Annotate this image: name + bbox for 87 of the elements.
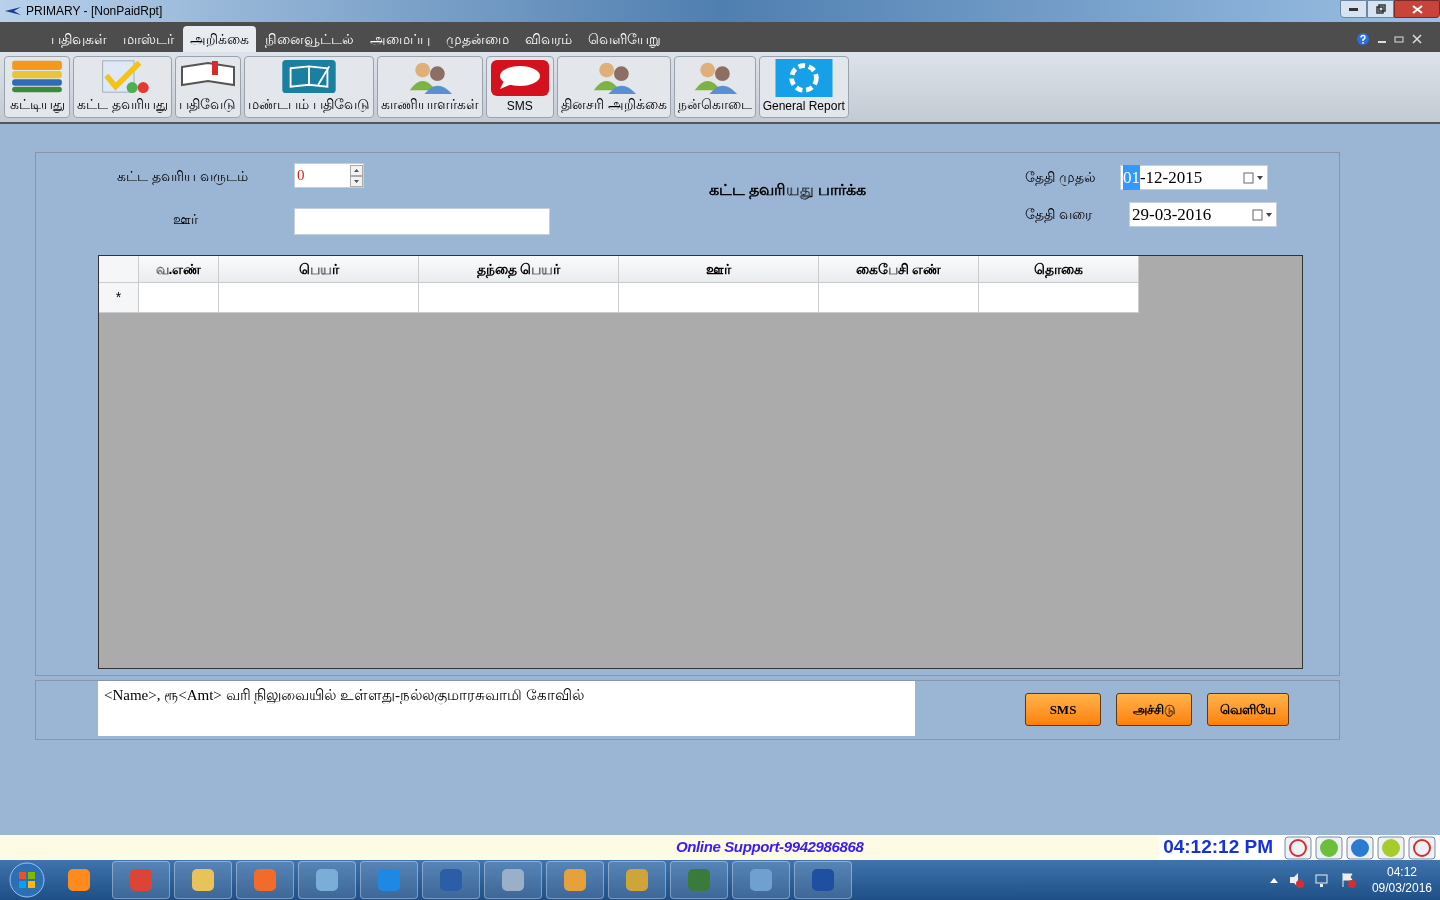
start-orb-icon[interactable] bbox=[8, 861, 46, 899]
show-hidden-icons-icon[interactable] bbox=[1269, 877, 1278, 883]
table-cell[interactable] bbox=[419, 283, 619, 313]
toolbar-button[interactable]: நன்கொடை bbox=[673, 56, 756, 118]
header-corner bbox=[99, 256, 139, 283]
taskbar-app-button[interactable] bbox=[174, 861, 232, 899]
taskbar-app-button[interactable] bbox=[546, 861, 604, 899]
taskbar-app-button[interactable] bbox=[670, 861, 728, 899]
column-header[interactable]: ஊர் bbox=[619, 256, 819, 283]
support-text: Online Support-9942986868 bbox=[676, 837, 864, 858]
column-header[interactable]: பெயர் bbox=[219, 256, 419, 283]
message-text: <Name>, ரூ<Amt> வரி நிலுவையில் உள்ளது-நல்லகுமாரசுவாமி கோவில் bbox=[104, 687, 584, 703]
sms-icon bbox=[489, 59, 550, 97]
table-cell[interactable] bbox=[619, 283, 819, 313]
date-text: 29-03-2016 bbox=[1132, 203, 1212, 226]
menu-item[interactable]: பதிவுகள் bbox=[44, 26, 114, 52]
close-icon[interactable] bbox=[1412, 34, 1422, 44]
action-button[interactable]: அச்சிடு bbox=[1116, 693, 1192, 726]
column-header[interactable]: கைபேசி எண் bbox=[819, 256, 979, 283]
phone-icon[interactable] bbox=[1284, 835, 1312, 860]
menu-item[interactable]: விவரம் bbox=[518, 26, 579, 52]
action-button[interactable]: வெளியே bbox=[1207, 693, 1289, 726]
taskbar-app-button[interactable] bbox=[360, 861, 418, 899]
network-icon[interactable] bbox=[1313, 872, 1330, 888]
restore-icon bbox=[1375, 4, 1386, 14]
menu-item[interactable]: வெளியேறு bbox=[581, 26, 668, 52]
power-icon[interactable] bbox=[1408, 835, 1436, 860]
tray-time: 04:12 bbox=[1386, 864, 1417, 880]
toolbar-button[interactable]: காணியாளர்கள் bbox=[376, 56, 483, 118]
window-title: PRIMARY - [NonPaidRpt] bbox=[26, 3, 163, 20]
toolbar-button[interactable]: தினசரி அறிக்கை bbox=[556, 56, 671, 118]
to-date-field[interactable]: 29-03-2016 bbox=[1129, 202, 1277, 227]
table-cell[interactable] bbox=[139, 283, 219, 313]
flag-icon[interactable] bbox=[1339, 872, 1356, 888]
spin-arrows-icon[interactable] bbox=[350, 164, 363, 187]
toolbar-button[interactable]: SMS bbox=[485, 56, 554, 118]
village-field[interactable] bbox=[294, 208, 550, 235]
menu-item[interactable]: நினைவூட்டல் bbox=[258, 26, 361, 52]
minimize-button[interactable] bbox=[1340, 0, 1367, 18]
action-button[interactable]: SMS bbox=[1025, 693, 1101, 726]
close-icon bbox=[1411, 4, 1423, 14]
column-header[interactable]: தந்தை பெயர் bbox=[419, 256, 619, 283]
taskbar-app-button[interactable] bbox=[794, 861, 852, 899]
from-date-field[interactable]: 01-12-2015 bbox=[1119, 165, 1268, 190]
taskbar-app-button[interactable] bbox=[732, 861, 790, 899]
menu-item[interactable]: அறிக்கை bbox=[183, 26, 256, 52]
year-spinner[interactable]: 0 bbox=[294, 163, 364, 188]
taskbar-app-button[interactable] bbox=[608, 861, 666, 899]
column-header[interactable]: தொகை bbox=[979, 256, 1139, 283]
restore-icon[interactable] bbox=[1394, 34, 1404, 44]
toolbar-button[interactable]: கட்ட தவரியது bbox=[73, 56, 172, 118]
table-cell[interactable] bbox=[979, 283, 1139, 313]
calendar-dropdown-icon[interactable] bbox=[1242, 171, 1265, 184]
year-label: கட்ட தவரிய வருடம் bbox=[117, 167, 248, 187]
date-text: 01 bbox=[1122, 164, 1140, 191]
speaker-muted-icon[interactable] bbox=[1287, 872, 1304, 888]
taskbar-app-button[interactable] bbox=[422, 861, 480, 899]
taskbar-app-button[interactable] bbox=[112, 861, 170, 899]
taskbar-app-button[interactable] bbox=[298, 861, 356, 899]
message-box[interactable]: <Name>, ரூ<Amt> வரி நிலுவையில் உள்ளது-நல்லகுமாரசுவாமி கோவில் bbox=[98, 681, 915, 736]
app-logo-icon bbox=[4, 6, 22, 16]
date-text: -12-2015 bbox=[1139, 166, 1203, 189]
menu-item[interactable]: மாஸ்டர் bbox=[116, 26, 181, 52]
to-date-label: தேதி வரை bbox=[1025, 205, 1093, 225]
maximize-button[interactable] bbox=[1367, 0, 1394, 18]
menu-item[interactable]: முதன்மை bbox=[439, 26, 516, 52]
toolbar-button[interactable]: பதிவேடு bbox=[174, 56, 241, 118]
tray-date: 09/03/2016 bbox=[1371, 880, 1432, 896]
close-button[interactable] bbox=[1394, 0, 1440, 18]
toolbar-button[interactable]: மண்டபம் பதிவேடு bbox=[243, 56, 374, 118]
taskbar-app-button[interactable] bbox=[236, 861, 294, 899]
from-date-label: தேதி முதல் bbox=[1025, 168, 1096, 188]
calendar-dropdown-icon[interactable] bbox=[1252, 208, 1274, 221]
help-icon[interactable] bbox=[1356, 32, 1370, 46]
open-book-icon bbox=[178, 59, 237, 89]
toolbar-button[interactable]: General Report bbox=[758, 56, 849, 118]
minimize-icon bbox=[1349, 7, 1358, 11]
row-header: * bbox=[99, 283, 139, 313]
form-title: கட்ட தவரியது பார்க்க bbox=[708, 180, 867, 202]
column-header[interactable]: வ.எண் bbox=[139, 256, 219, 283]
table-cell[interactable] bbox=[819, 283, 979, 313]
village-label: ஊர் bbox=[173, 210, 199, 229]
table-cell[interactable] bbox=[219, 283, 419, 313]
toolbar-button[interactable]: கட்டியது bbox=[4, 56, 70, 118]
taskbar-app-button[interactable] bbox=[484, 861, 542, 899]
clock-text: 04:12:12 PM bbox=[1163, 835, 1274, 860]
menu-item[interactable]: அமைப்பு bbox=[363, 26, 437, 52]
